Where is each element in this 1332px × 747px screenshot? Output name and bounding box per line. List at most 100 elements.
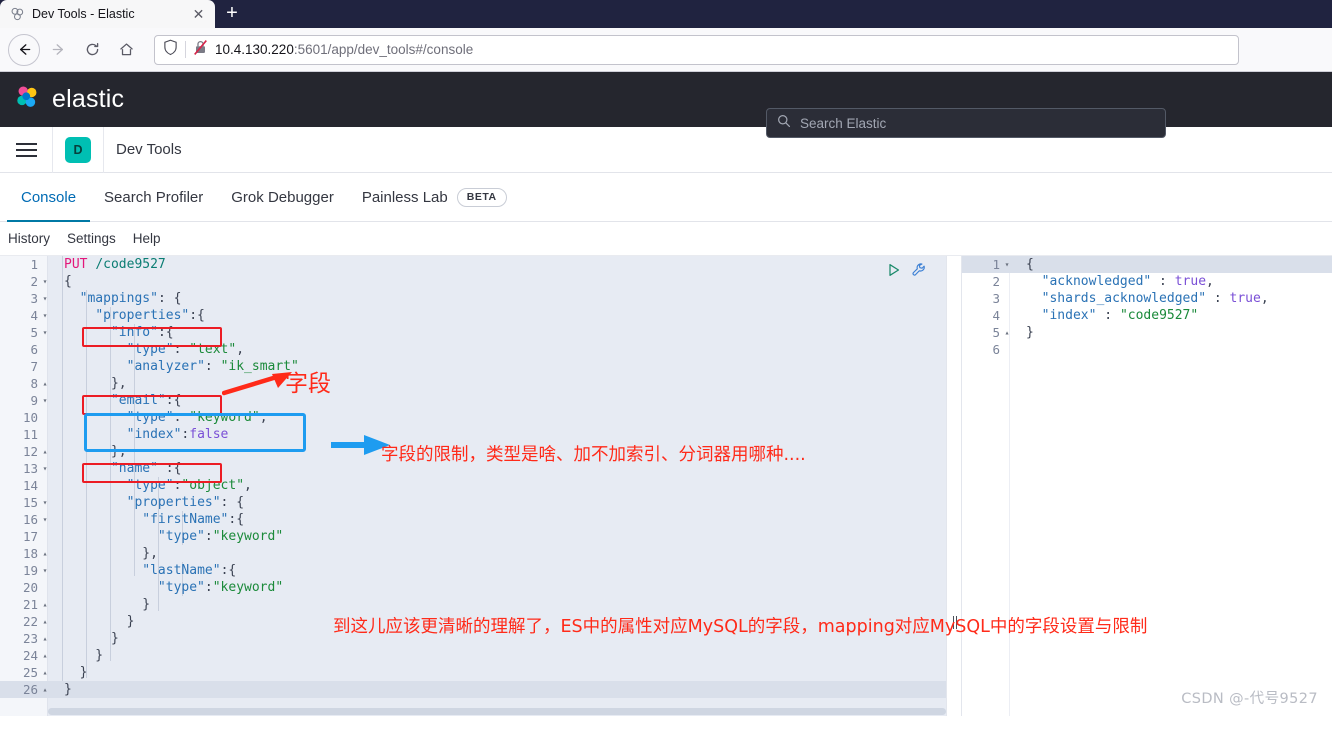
- url-divider: [185, 41, 186, 58]
- line-number: 11: [22, 427, 38, 442]
- fold-toggle-icon[interactable]: ▾: [40, 511, 50, 528]
- play-request-icon[interactable]: [886, 262, 902, 283]
- response-line: 1 ▾ {: [962, 256, 1332, 273]
- code-text: },: [64, 444, 127, 459]
- home-icon[interactable]: [110, 34, 142, 66]
- browser-chrome: Dev Tools - Elastic ✕ + 10.4.130.220:560…: [0, 0, 1332, 72]
- code-text: "properties": {: [126, 495, 245, 510]
- response-line: 3 "shards_acknowledged" : true,: [962, 290, 1332, 307]
- fold-toggle-icon[interactable]: ▾: [40, 324, 50, 341]
- fold-toggle-icon[interactable]: ▾: [40, 562, 50, 579]
- code-text: "name" :{: [110, 461, 182, 476]
- code-text: "firstName":{: [142, 512, 245, 527]
- fold-toggle-icon[interactable]: ▾: [1002, 256, 1012, 273]
- fold-toggle-icon[interactable]: ▴: [40, 664, 50, 681]
- line-number: 3: [992, 291, 1000, 306]
- line-number: 22: [22, 614, 38, 629]
- line-number: 8: [30, 376, 38, 391]
- fold-toggle-icon[interactable]: ▴: [40, 545, 50, 562]
- request-line: 12 ▴ },: [0, 443, 946, 460]
- code-text: "info":{: [110, 325, 174, 340]
- fold-toggle-icon[interactable]: ▾: [40, 290, 50, 307]
- fold-toggle-icon[interactable]: ▾: [40, 460, 50, 477]
- fold-toggle-icon[interactable]: ▴: [40, 647, 50, 664]
- fold-toggle-icon[interactable]: ▾: [40, 392, 50, 409]
- tab-painless-lab[interactable]: Painless Lab BETA: [348, 174, 521, 222]
- code-text: "shards_acknowledged" : true,: [1041, 291, 1269, 306]
- fold-toggle-icon[interactable]: ▴: [40, 613, 50, 630]
- subnav-settings[interactable]: Settings: [67, 231, 116, 246]
- code-text: },: [64, 376, 127, 391]
- arrow-left-icon[interactable]: [8, 33, 40, 66]
- url-path: :5601/app/dev_tools#/console: [293, 42, 474, 57]
- request-code[interactable]: 1 PUT /code9527 2 ▾{3 ▾ "mappings": {4 ▾ "pro…: [0, 256, 946, 716]
- tab-console[interactable]: Console: [7, 174, 91, 222]
- fold-toggle-icon[interactable]: ▴: [40, 375, 50, 392]
- line-number: 1: [992, 257, 1000, 272]
- arrow-right-icon[interactable]: [42, 34, 74, 66]
- hamburger-menu-icon[interactable]: [0, 127, 52, 173]
- request-line: 19 ▾ "lastName":{: [0, 562, 946, 579]
- request-line: 8 ▴ },: [0, 375, 946, 392]
- tab-search-profiler[interactable]: Search Profiler: [90, 174, 217, 222]
- line-number: 5: [30, 325, 38, 340]
- fold-toggle-icon[interactable]: ▴: [40, 681, 50, 698]
- request-line: 15 ▾ "properties": {: [0, 494, 946, 511]
- address-bar[interactable]: 10.4.130.220:5601/app/dev_tools#/console: [154, 34, 1239, 65]
- request-line: 17 "type":"keyword": [0, 528, 946, 545]
- response-line: 5 ▴}: [962, 324, 1332, 341]
- fold-toggle-icon[interactable]: ▴: [40, 596, 50, 613]
- browser-tab-title: Dev Tools - Elastic: [32, 7, 135, 21]
- browser-tabstrip: Dev Tools - Elastic ✕ +: [0, 0, 1332, 28]
- subnav-help[interactable]: Help: [133, 231, 161, 246]
- global-search-bar[interactable]: Search Elastic: [766, 108, 1166, 138]
- fold-toggle-icon[interactable]: ▾: [40, 494, 50, 511]
- code-text: }: [64, 614, 135, 629]
- tab-grok-debugger[interactable]: Grok Debugger: [217, 174, 348, 222]
- fold-toggle-icon[interactable]: ▾: [40, 307, 50, 324]
- new-tab-button[interactable]: +: [215, 0, 249, 28]
- code-text: }: [64, 631, 119, 646]
- close-icon[interactable]: ✕: [190, 6, 207, 23]
- request-line: 10 "type": "keyword",: [0, 409, 946, 426]
- code-text: "acknowledged" : true,: [1041, 274, 1214, 289]
- fold-toggle-icon[interactable]: ▾: [40, 273, 50, 290]
- csdn-watermark: CSDN @-代号9527: [1181, 691, 1318, 707]
- response-line: 2 "acknowledged" : true,: [962, 273, 1332, 290]
- fold-toggle-icon[interactable]: ▴: [40, 443, 50, 460]
- request-line: 23 ▴ }: [0, 630, 946, 647]
- request-editor-pane[interactable]: 1 PUT /code9527 2 ▾{3 ▾ "mappings": {4 ▾ "pro…: [0, 256, 946, 716]
- scrollbar-thumb[interactable]: [48, 708, 946, 715]
- request-line: 4 ▾ "properties":{: [0, 307, 946, 324]
- fold-toggle-icon[interactable]: ▴: [1002, 324, 1012, 341]
- code-text: "type":"object",: [126, 478, 252, 493]
- appbar-divider-right: [103, 126, 104, 173]
- browser-tab[interactable]: Dev Tools - Elastic ✕: [0, 0, 215, 28]
- subnav-history[interactable]: History: [8, 231, 50, 246]
- request-line: 2 ▾ {: [0, 273, 946, 290]
- splitter-grip-icon[interactable]: [953, 616, 957, 629]
- elastic-brand[interactable]: elastic: [14, 84, 124, 116]
- request-line: 6 "type": "text",: [0, 341, 946, 358]
- line-number: 26: [22, 682, 38, 697]
- global-search-input[interactable]: Search Elastic: [800, 116, 886, 131]
- fold-toggle-icon[interactable]: ▴: [40, 630, 50, 647]
- line-number: 4: [992, 308, 1000, 323]
- editor-horizontal-scrollbar[interactable]: [48, 707, 946, 716]
- line-number: 17: [22, 529, 38, 544]
- lock-crossed-icon[interactable]: [193, 39, 208, 61]
- line-number: 1: [30, 257, 38, 272]
- code-text: "email":{: [110, 393, 182, 408]
- code-text: "index" : "code9527": [1041, 308, 1199, 323]
- response-pane[interactable]: 1 ▾{2 "acknowledged" : true, 3 "shards_ack…: [962, 256, 1332, 716]
- wrench-icon[interactable]: [911, 262, 928, 283]
- shield-icon[interactable]: [163, 39, 178, 61]
- request-line: 5 ▾ "info":{: [0, 324, 946, 341]
- code-text: }: [64, 665, 88, 680]
- url-host: 10.4.130.220: [215, 42, 294, 57]
- pane-splitter[interactable]: [946, 256, 962, 716]
- line-number: 6: [992, 342, 1000, 357]
- reload-icon[interactable]: [76, 34, 108, 66]
- code-text: }: [64, 597, 151, 612]
- code-text: "analyzer": "ik_smart": [126, 359, 299, 374]
